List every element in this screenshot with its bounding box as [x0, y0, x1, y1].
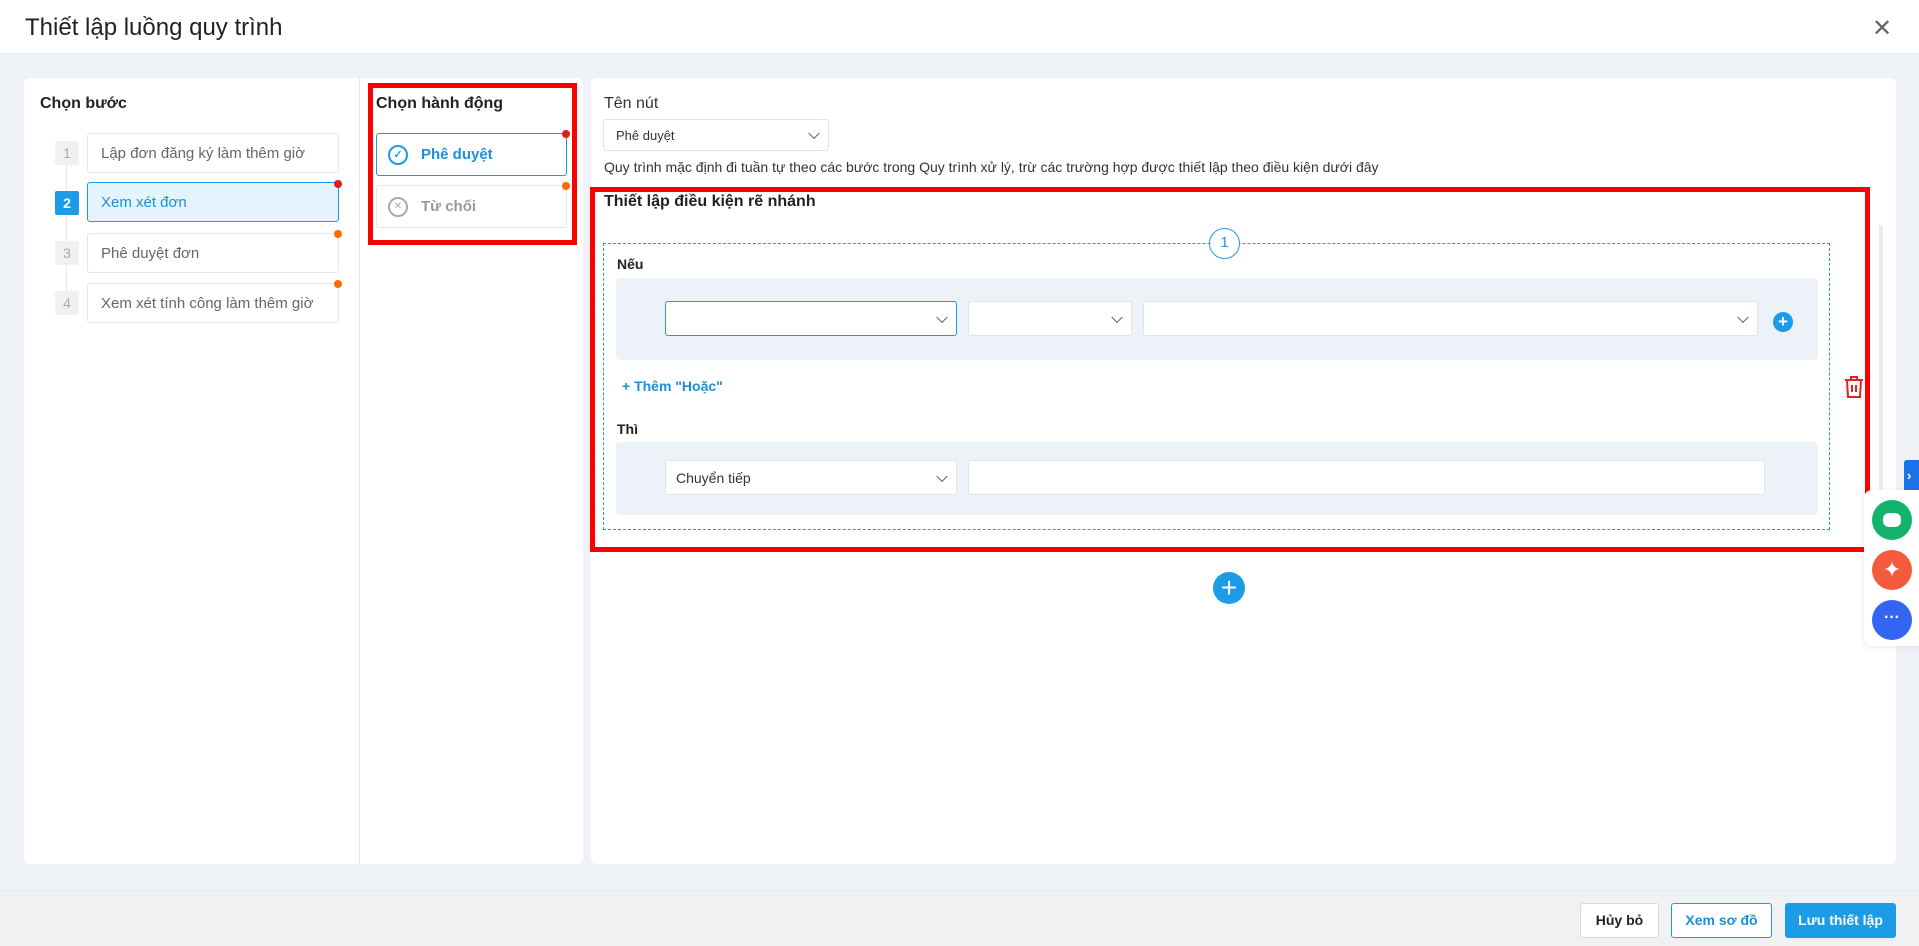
status-dot — [334, 230, 342, 238]
chevron-down-icon — [1737, 311, 1749, 323]
condition-value-select[interactable] — [1143, 301, 1758, 336]
status-dot — [562, 130, 570, 138]
save-button[interactable]: Lưu thiết lập — [1785, 903, 1896, 938]
then-label: Thì — [617, 421, 638, 437]
step-connector — [66, 150, 67, 300]
step-number: 1 — [55, 141, 79, 165]
add-or-link[interactable]: + Thêm "Hoặc" — [622, 378, 723, 394]
dialog-title: Thiết lập luồng quy trình — [25, 14, 283, 41]
branch-index: 1 — [1209, 228, 1240, 259]
status-dot — [334, 280, 342, 288]
step-item[interactable]: Lập đơn đăng ký làm thêm giờ — [87, 133, 339, 173]
divider — [359, 78, 360, 864]
close-icon[interactable]: ✕ — [1872, 14, 1892, 43]
trash-icon[interactable] — [1843, 375, 1865, 399]
check-circle-icon: ✓ — [388, 145, 408, 165]
step-item[interactable]: Phê duyệt đơn — [87, 233, 339, 273]
step-number: 3 — [55, 241, 79, 265]
actions-title: Chọn hành động — [376, 95, 504, 112]
branch-title: Thiết lập điều kiện rẽ nhánh — [604, 193, 816, 210]
status-dot — [562, 182, 570, 190]
status-dot — [334, 180, 342, 188]
step-item-selected[interactable]: Xem xét đơn — [87, 182, 339, 222]
x-circle-icon: ✕ — [388, 197, 408, 217]
select-value: Chuyển tiếp — [676, 470, 751, 486]
step-number: 2 — [55, 191, 79, 215]
expand-panel-icon[interactable]: › — [1904, 460, 1919, 492]
then-target-input[interactable] — [968, 460, 1765, 495]
cancel-button[interactable]: Hủy bỏ — [1580, 903, 1659, 938]
steps-title: Chọn bước — [40, 95, 127, 112]
step-item[interactable]: Xem xét tính công làm thêm giờ — [87, 283, 339, 323]
chevron-down-icon — [1111, 311, 1123, 323]
dialog-header — [0, 0, 1919, 54]
view-diagram-button[interactable]: Xem sơ đồ — [1671, 903, 1772, 938]
select-value: Phê duyệt — [616, 128, 675, 143]
chevron-down-icon — [936, 470, 948, 482]
step-number: 4 — [55, 291, 79, 315]
add-branch-icon[interactable]: + — [1213, 572, 1245, 604]
chat-icon[interactable]: ··· — [1872, 600, 1912, 640]
chatbot-icon[interactable] — [1872, 500, 1912, 540]
if-label: Nếu — [617, 256, 644, 272]
button-name-select[interactable]: Phê duyệt — [603, 119, 829, 151]
then-action-select[interactable]: Chuyển tiếp — [665, 460, 957, 495]
description: Quy trình mặc định đi tuần tự theo các b… — [604, 159, 1379, 175]
condition-field-select[interactable] — [665, 301, 957, 336]
chevron-down-icon — [936, 311, 948, 323]
add-condition-icon[interactable]: + — [1773, 312, 1793, 332]
ai-sparkle-icon[interactable]: ✦ — [1872, 550, 1912, 590]
chevron-down-icon — [808, 127, 820, 140]
condition-operator-select[interactable] — [968, 301, 1132, 336]
button-name-label: Tên nút — [604, 95, 659, 112]
